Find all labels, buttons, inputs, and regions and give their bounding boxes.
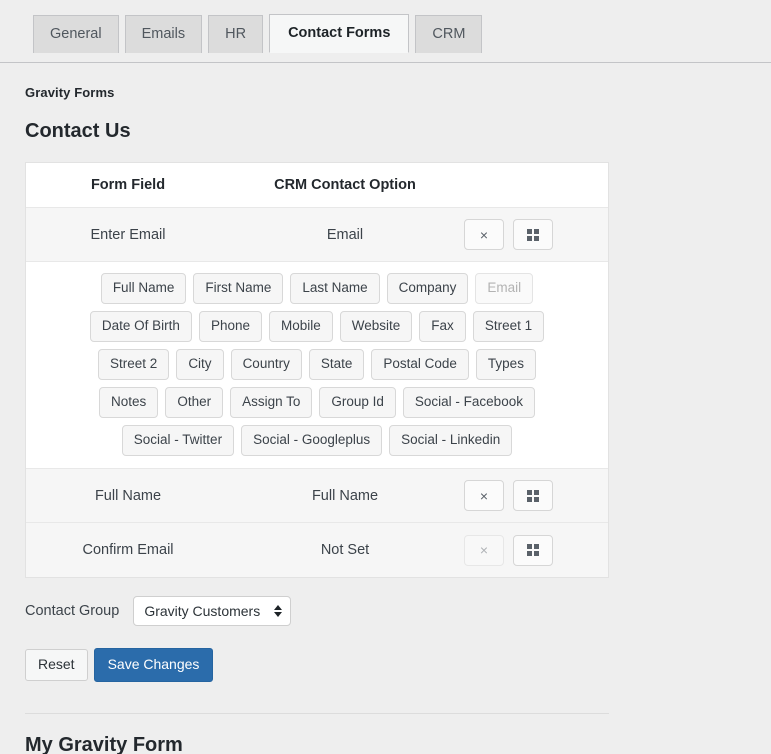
- reset-button[interactable]: Reset: [25, 649, 88, 681]
- field-option-state[interactable]: State: [308, 349, 365, 380]
- choose-field-button[interactable]: [513, 219, 553, 250]
- crm-field-picker-panel: Full Name First Name Last Name Company Email…: [26, 262, 608, 469]
- row-form-field: Confirm Email: [82, 542, 174, 558]
- field-option-last-name[interactable]: Last Name: [290, 273, 380, 304]
- row-actions: ×: [460, 480, 608, 511]
- tab-contact-forms[interactable]: Contact Forms: [269, 14, 410, 53]
- contact-group-row: Contact Group Gravity Customers: [25, 596, 771, 626]
- row-crm-option: Not Set: [320, 542, 370, 558]
- close-x-icon: ×: [479, 487, 489, 504]
- field-option-social-linkedin[interactable]: Social - Linkedin: [389, 425, 513, 456]
- picker-row: Social - Twitter Social - Googleplus Socia…: [38, 425, 596, 456]
- grid-icon: [527, 544, 539, 556]
- picker-row: Date Of Birth Phone Mobile Website Fax Street…: [38, 311, 596, 342]
- save-changes-button[interactable]: Save Changes: [93, 648, 214, 682]
- picker-row: Street 2 City Country State Postal Code Types: [38, 349, 596, 380]
- row-form-field: Enter Email: [90, 226, 166, 243]
- table-row: Confirm Email Not Set ×: [26, 523, 608, 577]
- close-x-icon: ×: [479, 226, 489, 243]
- field-option-street-2[interactable]: Street 2: [98, 349, 170, 380]
- field-option-full-name[interactable]: Full Name: [100, 273, 187, 304]
- grid-icon: [527, 228, 539, 241]
- tab-general[interactable]: General: [33, 15, 119, 53]
- row-actions: ×: [460, 219, 608, 250]
- field-option-social-twitter[interactable]: Social - Twitter: [121, 425, 235, 456]
- grid-icon: [527, 489, 539, 502]
- table-header-row: Form Field CRM Contact Option: [26, 163, 608, 208]
- next-form-title: My Gravity Form: [25, 734, 183, 754]
- field-mapping-table: Form Field CRM Contact Option Enter Emai…: [25, 162, 609, 578]
- remove-mapping-button[interactable]: ×: [464, 219, 504, 250]
- field-option-social-googleplus[interactable]: Social - Googleplus: [241, 425, 383, 456]
- field-option-street-1[interactable]: Street 1: [472, 311, 545, 342]
- row-crm-option: Email: [326, 226, 364, 243]
- table-row: Full Name Full Name ×: [26, 469, 608, 523]
- picker-row: Full Name First Name Last Name Company Email: [38, 273, 596, 304]
- choose-field-button[interactable]: [513, 534, 553, 566]
- choose-field-button[interactable]: [513, 480, 553, 511]
- form-actions: Reset Save Changes: [25, 648, 771, 682]
- field-option-date-of-birth[interactable]: Date Of Birth: [89, 311, 192, 342]
- contact-group-label: Contact Group: [25, 603, 120, 619]
- column-header-form-field: Form Field: [90, 177, 166, 193]
- settings-tab-bar: General Emails HR Contact Forms CRM: [0, 0, 771, 63]
- close-x-icon: ×: [479, 542, 489, 558]
- field-option-mobile[interactable]: Mobile: [268, 311, 333, 342]
- field-option-company[interactable]: Company: [386, 273, 469, 304]
- field-option-first-name[interactable]: First Name: [193, 273, 284, 304]
- page-title: Contact Us: [25, 120, 131, 142]
- field-option-assign-to[interactable]: Assign To: [230, 387, 313, 418]
- tab-emails[interactable]: Emails: [124, 15, 203, 53]
- field-option-phone[interactable]: Phone: [198, 311, 262, 342]
- row-crm-option: Full Name: [311, 487, 379, 504]
- row-actions: ×: [460, 534, 608, 566]
- remove-mapping-button: ×: [464, 534, 504, 566]
- field-option-group-id[interactable]: Group Id: [319, 387, 396, 418]
- contact-group-select-wrapper: Gravity Customers: [133, 596, 292, 626]
- remove-mapping-button[interactable]: ×: [464, 480, 504, 511]
- field-option-email: Email: [475, 273, 534, 304]
- field-option-postal-code[interactable]: Postal Code: [371, 349, 469, 380]
- field-option-fax[interactable]: Fax: [419, 311, 466, 342]
- settings-page: General Emails HR Contact Forms CRM Gravity …: [0, 0, 771, 754]
- plugin-name-label: Gravity Forms: [25, 85, 115, 100]
- tab-hr[interactable]: HR: [208, 15, 264, 53]
- field-option-notes[interactable]: Notes: [99, 387, 159, 418]
- field-option-city[interactable]: City: [176, 349, 224, 380]
- column-header-crm-option: CRM Contact Option: [274, 177, 416, 193]
- tab-crm[interactable]: CRM: [415, 15, 483, 53]
- field-option-country[interactable]: Country: [230, 349, 302, 380]
- field-option-website[interactable]: Website: [339, 311, 413, 342]
- field-option-social-facebook[interactable]: Social - Facebook: [402, 387, 535, 418]
- row-form-field: Full Name: [94, 487, 162, 504]
- field-option-types[interactable]: Types: [475, 349, 536, 380]
- tab-panel-contact-forms: Gravity Forms Contact Us Form Field CRM …: [0, 85, 771, 754]
- field-option-other[interactable]: Other: [165, 387, 224, 418]
- contact-group-select[interactable]: Gravity Customers: [133, 596, 292, 626]
- section-divider: [25, 713, 609, 714]
- picker-row: Notes Other Assign To Group Id Social - Face…: [38, 387, 596, 418]
- table-row: Enter Email Email ×: [26, 208, 608, 262]
